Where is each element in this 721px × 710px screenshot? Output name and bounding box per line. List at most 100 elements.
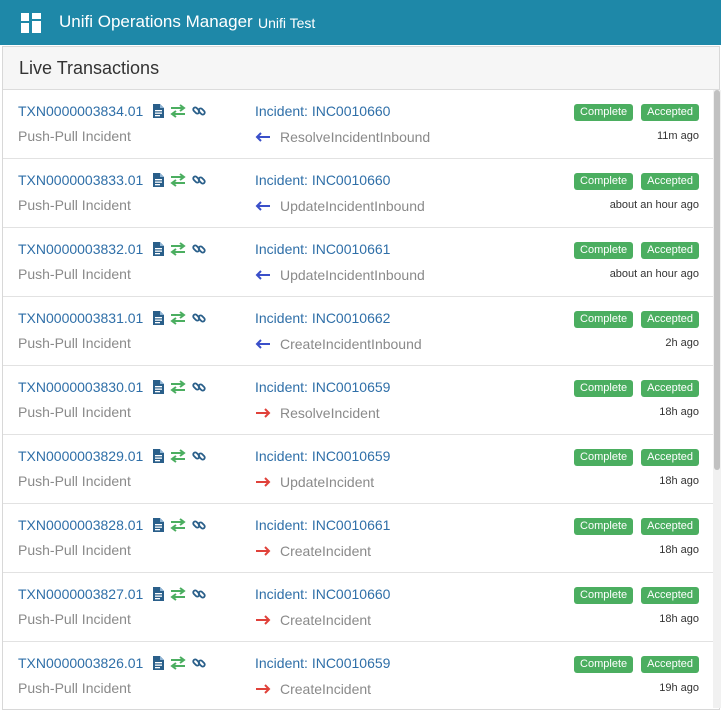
status-badges: Complete Accepted xyxy=(574,518,699,535)
arrow-left-icon xyxy=(255,269,270,280)
transaction-list: TXN0000003834.01 Push-Pull Incident Inci… xyxy=(3,90,719,709)
status-badges: Complete Accepted xyxy=(574,380,699,397)
link-icon[interactable] xyxy=(192,104,206,118)
exchange-arrows-icon[interactable] xyxy=(170,242,186,256)
exchange-arrows-icon[interactable] xyxy=(170,104,186,118)
link-icon[interactable] xyxy=(192,380,206,394)
transaction-row[interactable]: TXN0000003827.01 Push-Pull Incident Inci… xyxy=(3,573,719,642)
state-badge: Accepted xyxy=(641,518,699,535)
transaction-row[interactable]: TXN0000003834.01 Push-Pull Incident Inci… xyxy=(3,90,719,159)
row-actions xyxy=(152,447,206,465)
transaction-row[interactable]: TXN0000003833.01 Push-Pull Incident Inci… xyxy=(3,159,719,228)
state-badge: Accepted xyxy=(641,104,699,121)
transaction-time: 2h ago xyxy=(665,337,699,349)
transaction-time: about an hour ago xyxy=(609,199,699,211)
incident-link[interactable]: Incident: INC0010661 xyxy=(255,517,390,533)
status-badges: Complete Accepted xyxy=(574,311,699,328)
transaction-row[interactable]: TXN0000003829.01 Push-Pull Incident Inci… xyxy=(3,435,719,504)
panel-header: Live Transactions xyxy=(3,47,719,90)
document-icon[interactable] xyxy=(152,173,164,187)
document-icon[interactable] xyxy=(152,311,164,325)
transaction-id-link[interactable]: TXN0000003833.01 xyxy=(18,172,143,188)
exchange-arrows-icon[interactable] xyxy=(170,518,186,532)
scrollbar-thumb[interactable] xyxy=(714,90,720,470)
grid-logo-icon[interactable] xyxy=(21,13,41,33)
transaction-type: Push-Pull Incident xyxy=(18,128,131,144)
exchange-arrows-icon[interactable] xyxy=(170,449,186,463)
link-icon[interactable] xyxy=(192,449,206,463)
message-method: UpdateIncident xyxy=(280,473,375,490)
message-method: UpdateIncidentInbound xyxy=(280,197,425,214)
arrow-right-icon xyxy=(256,545,271,556)
document-icon[interactable] xyxy=(152,104,164,118)
status-badge: Complete xyxy=(574,173,634,190)
transaction-id-link[interactable]: TXN0000003826.01 xyxy=(18,655,143,671)
transaction-row[interactable]: TXN0000003831.01 Push-Pull Incident Inci… xyxy=(3,297,719,366)
row-actions xyxy=(152,240,206,258)
exchange-arrows-icon[interactable] xyxy=(170,173,186,187)
exchange-arrows-icon[interactable] xyxy=(170,380,186,394)
message-direction: CreateIncidentInbound xyxy=(255,335,422,352)
row-actions xyxy=(152,378,206,396)
transaction-id-link[interactable]: TXN0000003827.01 xyxy=(18,586,143,602)
transaction-row[interactable]: TXN0000003828.01 Push-Pull Incident Inci… xyxy=(3,504,719,573)
document-icon[interactable] xyxy=(152,518,164,532)
link-icon[interactable] xyxy=(192,242,206,256)
link-icon[interactable] xyxy=(192,587,206,601)
status-badges: Complete Accepted xyxy=(574,656,699,673)
exchange-arrows-icon[interactable] xyxy=(170,587,186,601)
state-badge: Accepted xyxy=(641,242,699,259)
document-icon[interactable] xyxy=(152,242,164,256)
document-icon[interactable] xyxy=(152,449,164,463)
link-icon[interactable] xyxy=(192,656,206,670)
transaction-type: Push-Pull Incident xyxy=(18,197,131,213)
transaction-row[interactable]: TXN0000003832.01 Push-Pull Incident Inci… xyxy=(3,228,719,297)
incident-link[interactable]: Incident: INC0010659 xyxy=(255,379,390,395)
status-badges: Complete Accepted xyxy=(574,242,699,259)
transaction-row[interactable]: TXN0000003826.01 Push-Pull Incident Inci… xyxy=(3,642,719,709)
exchange-arrows-icon[interactable] xyxy=(170,656,186,670)
transaction-id-link[interactable]: TXN0000003832.01 xyxy=(18,241,143,257)
link-icon[interactable] xyxy=(192,173,206,187)
transaction-id-link[interactable]: TXN0000003830.01 xyxy=(18,379,143,395)
transaction-row[interactable]: TXN0000003830.01 Push-Pull Incident Inci… xyxy=(3,366,719,435)
transaction-time: 11m ago xyxy=(657,130,699,142)
link-icon[interactable] xyxy=(192,311,206,325)
document-icon[interactable] xyxy=(152,587,164,601)
app-title[interactable]: Unifi Operations Manager xyxy=(59,12,253,32)
transaction-id-link[interactable]: TXN0000003829.01 xyxy=(18,448,143,464)
incident-link[interactable]: Incident: INC0010661 xyxy=(255,241,390,257)
document-icon[interactable] xyxy=(152,656,164,670)
message-method: CreateIncident xyxy=(280,680,372,697)
incident-link[interactable]: Incident: INC0010662 xyxy=(255,310,390,326)
incident-link[interactable]: Incident: INC0010659 xyxy=(255,655,390,671)
live-transactions-panel: Live Transactions TXN0000003834.01 Push-… xyxy=(2,46,720,710)
status-badges: Complete Accepted xyxy=(574,587,699,604)
transaction-type: Push-Pull Incident xyxy=(18,542,131,558)
message-direction: CreateIncident xyxy=(255,611,371,628)
transaction-time: 19h ago xyxy=(659,682,699,694)
incident-link[interactable]: Incident: INC0010660 xyxy=(255,103,390,119)
status-badge: Complete xyxy=(574,518,634,535)
message-method: UpdateIncidentInbound xyxy=(280,266,425,283)
incident-link[interactable]: Incident: INC0010660 xyxy=(255,172,390,188)
transaction-id-link[interactable]: TXN0000003831.01 xyxy=(18,310,143,326)
document-icon[interactable] xyxy=(152,380,164,394)
transaction-id-link[interactable]: TXN0000003834.01 xyxy=(18,103,143,119)
row-actions xyxy=(152,309,206,327)
scrollbar[interactable] xyxy=(713,90,721,708)
transaction-id-link[interactable]: TXN0000003828.01 xyxy=(18,517,143,533)
message-method: CreateIncidentInbound xyxy=(280,335,422,352)
link-icon[interactable] xyxy=(192,518,206,532)
state-badge: Accepted xyxy=(641,449,699,466)
message-method: ResolveIncidentInbound xyxy=(280,128,431,145)
transaction-type: Push-Pull Incident xyxy=(18,473,131,489)
status-badge: Complete xyxy=(574,242,634,259)
arrow-left-icon xyxy=(255,131,270,142)
incident-link[interactable]: Incident: INC0010660 xyxy=(255,586,390,602)
state-badge: Accepted xyxy=(641,656,699,673)
exchange-arrows-icon[interactable] xyxy=(170,311,186,325)
incident-link[interactable]: Incident: INC0010659 xyxy=(255,448,390,464)
instance-name[interactable]: Unifi Test xyxy=(258,15,315,31)
state-badge: Accepted xyxy=(641,173,699,190)
